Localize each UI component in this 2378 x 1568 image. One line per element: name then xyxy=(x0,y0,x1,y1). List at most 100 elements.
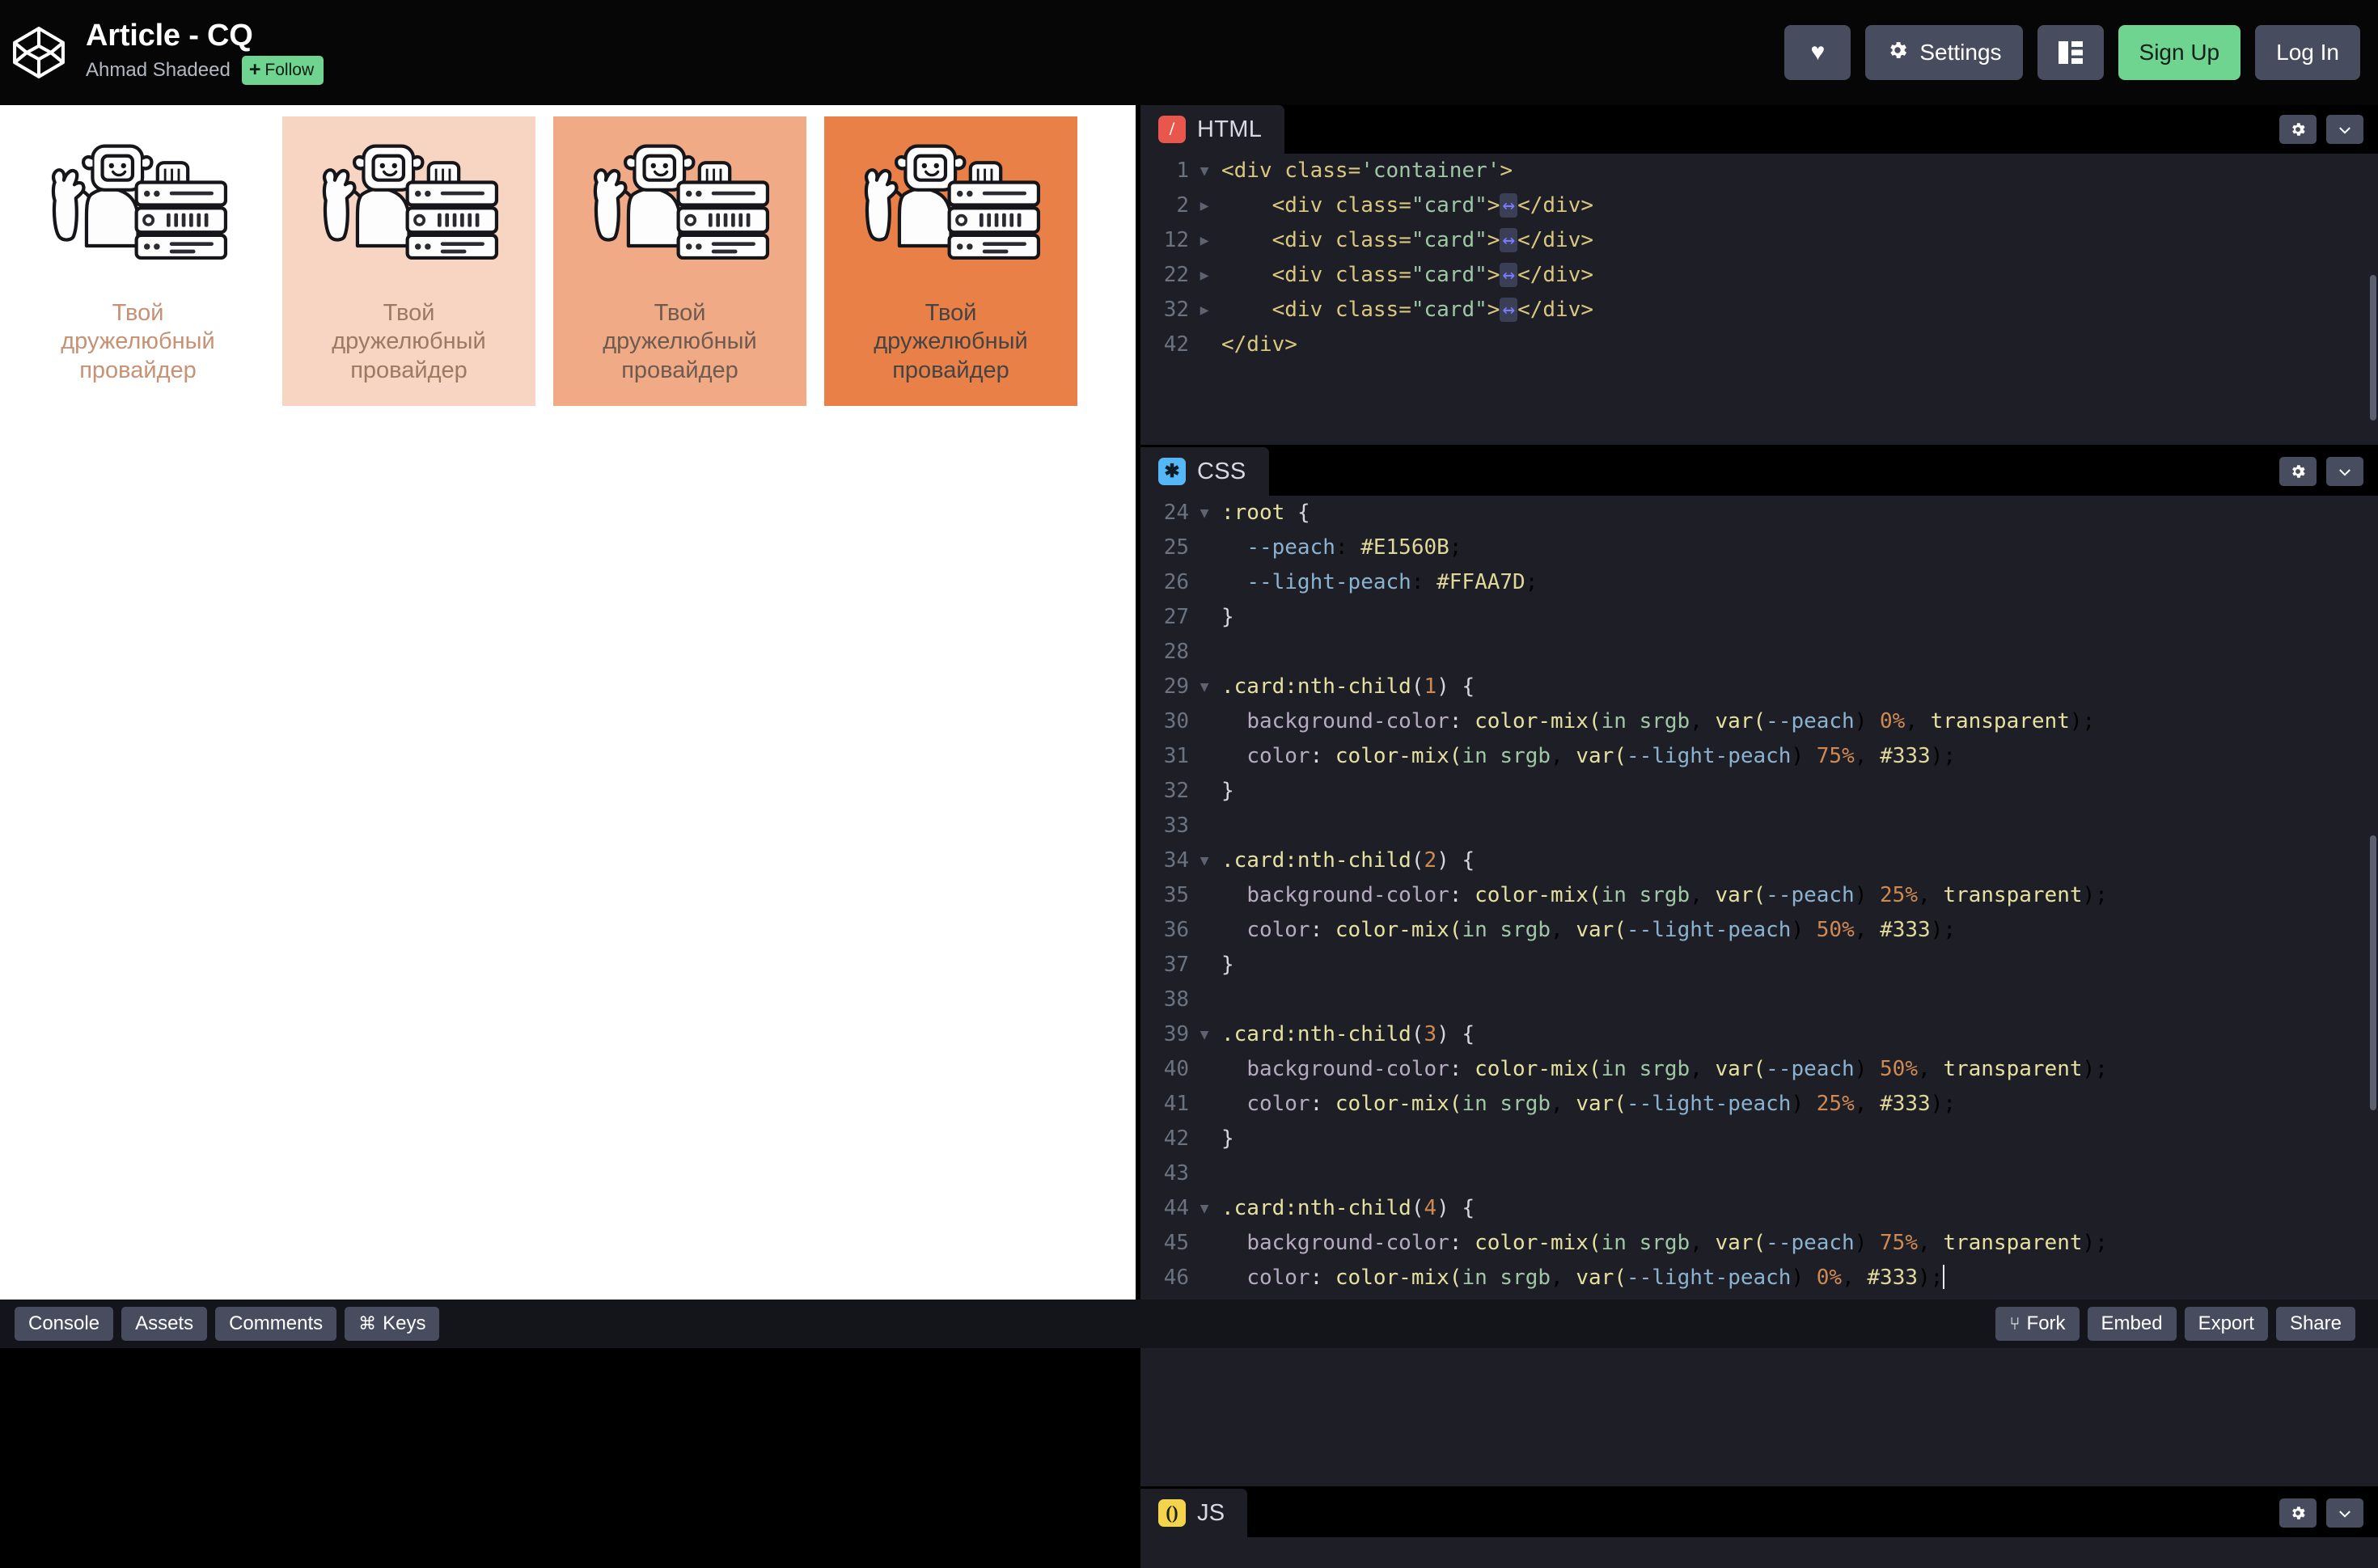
fold-collapsed-icon[interactable]: ▶ xyxy=(1194,258,1215,293)
code-line[interactable]: 1 ▼ <div class='container'> xyxy=(1140,154,2378,188)
html-code-editor[interactable]: 1 ▼ <div class='container'> 2 ▶ <div cla… xyxy=(1140,154,2378,445)
share-button[interactable]: Share xyxy=(2275,1307,2355,1341)
follow-button[interactable]: + Follow xyxy=(241,55,324,85)
html-settings-button[interactable] xyxy=(2279,115,2317,144)
fold-expanded-icon[interactable]: ▼ xyxy=(1194,1017,1215,1052)
html-scrollbar[interactable] xyxy=(2370,275,2376,421)
author-name[interactable]: Ahmad Shadeed xyxy=(86,60,231,80)
tab-js[interactable]: () JS xyxy=(1140,1489,1248,1537)
line-number: 26 xyxy=(1163,570,1189,594)
sign-up-button[interactable]: Sign Up xyxy=(2118,25,2241,80)
export-label: Export xyxy=(2198,1312,2254,1334)
line-number: 28 xyxy=(1163,640,1189,664)
html-collapse-button[interactable] xyxy=(2326,115,2363,144)
fold-expanded-icon[interactable]: ▼ xyxy=(1194,496,1215,530)
code-line[interactable]: 41 color: color-mix(in srgb, var(--light… xyxy=(1140,1087,2378,1122)
line-number: 30 xyxy=(1163,709,1189,733)
assets-button[interactable]: Assets xyxy=(121,1307,208,1341)
love-button[interactable]: ♥ xyxy=(1784,25,1851,80)
html-pane-header: / HTML xyxy=(1140,105,2378,154)
codepen-logo-icon[interactable] xyxy=(11,25,66,80)
code-line[interactable]: 36 color: color-mix(in srgb, var(--light… xyxy=(1140,913,2378,948)
code-line[interactable]: 26 --light-peach: #FFAA7D; xyxy=(1140,565,2378,600)
js-pane: () JS xyxy=(1140,1486,2378,1568)
bottom-bar: Console Assets Comments ⌘ Keys ⑂ Fork Embed Exp… xyxy=(0,1300,2378,1348)
comments-label: Comments xyxy=(229,1312,324,1334)
fold-expanded-icon[interactable]: ▼ xyxy=(1194,154,1215,188)
js-pane-label: JS xyxy=(1197,1499,1225,1526)
code-line[interactable]: 29 ▼ .card:nth-child(1) { xyxy=(1140,670,2378,704)
keys-button[interactable]: ⌘ Keys xyxy=(345,1307,440,1341)
code-line[interactable]: 30 background-color: color-mix(in srgb, … xyxy=(1140,704,2378,739)
code-line[interactable]: 28 xyxy=(1140,635,2378,670)
console-button[interactable]: Console xyxy=(15,1307,114,1341)
layout-toggle-button[interactable] xyxy=(2037,25,2104,80)
code-line[interactable]: 31 color: color-mix(in srgb, var(--light… xyxy=(1140,739,2378,774)
tab-html[interactable]: / HTML xyxy=(1140,105,1285,154)
fold-expanded-icon[interactable]: ▼ xyxy=(1194,670,1215,704)
top-bar: Article - CQ Ahmad Shadeed + Follow ♥ Se… xyxy=(0,0,2378,105)
css-scrollbar[interactable] xyxy=(2370,835,2376,1110)
code-line[interactable]: 12 ▶ <div class="card"> ↔ </div> xyxy=(1140,223,2378,258)
code-line[interactable]: 46 color: color-mix(in srgb, var(--light… xyxy=(1140,1261,2378,1295)
code-line[interactable]: 38 xyxy=(1140,983,2378,1017)
export-button[interactable]: Export xyxy=(2184,1307,2268,1341)
code-line[interactable]: 34 ▼ .card:nth-child(2) { xyxy=(1140,843,2378,878)
code-line[interactable]: 32} xyxy=(1140,774,2378,809)
llama-waving-with-server-rack-illustration xyxy=(51,144,228,260)
settings-button[interactable]: Settings xyxy=(1865,25,2023,80)
card: Твой дружелюбный провайдер xyxy=(282,116,535,407)
gear-icon xyxy=(1886,39,1909,67)
line-number: 32 xyxy=(1163,779,1189,803)
tab-css[interactable]: ✱ CSS xyxy=(1140,447,1269,496)
llama-waving-with-server-rack-illustration xyxy=(322,144,499,260)
fork-button[interactable]: ⑂ Fork xyxy=(1995,1307,2080,1341)
js-code-editor[interactable] xyxy=(1140,1537,2378,1568)
code-line[interactable]: 44 ▼ .card:nth-child(4) { xyxy=(1140,1191,2378,1226)
embed-button[interactable]: Embed xyxy=(2087,1307,2177,1341)
js-settings-button[interactable] xyxy=(2279,1498,2317,1528)
preview-pane[interactable]: Твой дружелюбный провайдер Твой дружелюб… xyxy=(0,105,1136,1300)
line-number: 40 xyxy=(1163,1057,1189,1081)
fold-expanded-icon[interactable]: ▼ xyxy=(1194,1191,1215,1226)
fold-collapsed-icon[interactable]: ▶ xyxy=(1194,188,1215,223)
code-line[interactable]: 42 </div> xyxy=(1140,328,2378,362)
code-line[interactable]: 35 background-color: color-mix(in srgb, … xyxy=(1140,878,2378,913)
code-line[interactable]: 27} xyxy=(1140,600,2378,635)
fold-collapsed-icon[interactable]: ▶ xyxy=(1194,223,1215,258)
line-number: 29 xyxy=(1163,674,1189,699)
css-settings-button[interactable] xyxy=(2279,457,2317,486)
css-collapse-button[interactable] xyxy=(2326,457,2363,486)
comments-button[interactable]: Comments xyxy=(215,1307,337,1341)
js-collapse-button[interactable] xyxy=(2326,1498,2363,1528)
code-line[interactable]: 32 ▶ <div class="card"> ↔ </div> xyxy=(1140,293,2378,328)
code-line[interactable]: 25 --peach: #E1560B; xyxy=(1140,530,2378,565)
log-in-button[interactable]: Log In xyxy=(2255,25,2360,80)
fold-expanded-icon[interactable]: ▼ xyxy=(1194,843,1215,878)
chevron-down-icon xyxy=(2339,1511,2350,1518)
html-pane-label: HTML xyxy=(1197,116,1263,142)
code-line[interactable]: 2 ▶ <div class="card"> ↔ </div> xyxy=(1140,188,2378,223)
code-line[interactable]: 37} xyxy=(1140,948,2378,983)
line-number: 22 xyxy=(1163,263,1189,287)
code-line[interactable]: 22 ▶ <div class="card"> ↔ </div> xyxy=(1140,258,2378,293)
keys-label: Keys xyxy=(383,1312,426,1334)
code-line[interactable]: 45 background-color: color-mix(in srgb, … xyxy=(1140,1226,2378,1261)
code-line[interactable]: 43 xyxy=(1140,1156,2378,1191)
fold-collapsed-icon[interactable]: ▶ xyxy=(1194,293,1215,328)
gear-icon xyxy=(2292,465,2305,478)
line-number: 25 xyxy=(1163,535,1189,560)
share-label: Share xyxy=(2289,1312,2342,1334)
code-line[interactable]: 39 ▼ .card:nth-child(3) { xyxy=(1140,1017,2378,1052)
code-line[interactable]: 24 ▼:root { xyxy=(1140,496,2378,530)
code-line[interactable]: 33 xyxy=(1140,809,2378,843)
line-number: 43 xyxy=(1163,1161,1189,1186)
code-line[interactable]: 42} xyxy=(1140,1122,2378,1156)
card-caption: Твой дружелюбный провайдер xyxy=(603,300,757,383)
code-line[interactable]: 40 background-color: color-mix(in srgb, … xyxy=(1140,1052,2378,1087)
